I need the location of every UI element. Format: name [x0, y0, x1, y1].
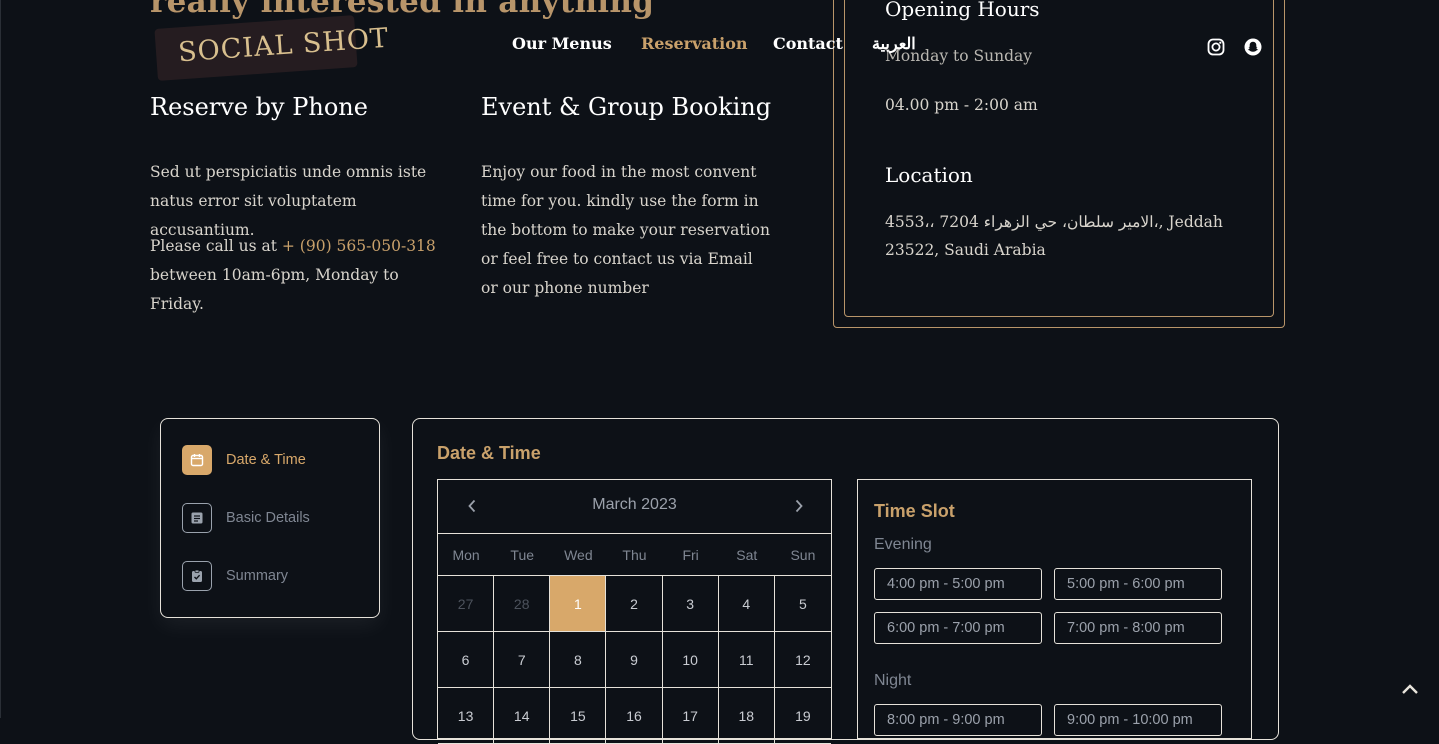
calendar-day[interactable]: 4	[718, 576, 775, 632]
calendar-weekday: Mon	[452, 547, 480, 563]
calendar-weekdays: Mon Tue Wed Thu Fri Sat Sun	[438, 534, 831, 576]
calendar: March 2023 Mon Tue Wed Thu Fri Sat Sun 27 28 1 2 3…	[437, 479, 832, 744]
time-slot-option[interactable]: 5:00 pm - 6:00 pm	[1054, 568, 1222, 600]
calendar-day[interactable]: 2	[606, 576, 663, 632]
step-date-time[interactable]: Date & Time	[182, 443, 352, 477]
location-title: Location	[885, 163, 973, 187]
calendar-day[interactable]: 11	[718, 632, 775, 688]
calendar-weekday: Fri	[682, 547, 699, 563]
calendar-day[interactable]: 5	[774, 576, 831, 632]
calendar-day[interactable]: 9	[606, 632, 663, 688]
time-slot-option[interactable]: 4:00 pm - 5:00 pm	[874, 568, 1042, 600]
calendar-weekday: Sat	[736, 547, 758, 563]
calendar-day[interactable]: 28	[494, 576, 551, 632]
call-prefix: Please call us at	[150, 237, 282, 255]
opening-time: 04.00 pm - 2:00 am	[885, 96, 1038, 114]
nav-reservation[interactable]: Reservation	[641, 34, 748, 53]
calendar-day[interactable]: 8	[550, 632, 607, 688]
time-slot-option[interactable]: 9:00 pm - 10:00 pm	[1054, 704, 1222, 736]
nav-contact[interactable]: Contact	[773, 34, 843, 53]
calendar-weekday: Sun	[790, 547, 816, 563]
time-slot-title: Time Slot	[874, 501, 955, 521]
opening-hours-title: Opening Hours	[885, 0, 1040, 21]
time-slot-option[interactable]: 7:00 pm - 8:00 pm	[1054, 612, 1222, 644]
calendar-day[interactable]: 7	[494, 632, 551, 688]
chevron-right-icon[interactable]	[787, 494, 811, 518]
calendar-icon	[182, 445, 212, 475]
event-booking-title: Event & Group Booking	[481, 93, 772, 121]
calendar-day[interactable]: 14	[494, 688, 551, 744]
calendar-day[interactable]: 27	[438, 576, 495, 632]
calendar-day[interactable]: 19	[774, 688, 831, 744]
step-label-basic-details: Basic Details	[226, 510, 310, 526]
snapchat-icon[interactable]	[1244, 38, 1262, 56]
instagram-icon[interactable]	[1207, 38, 1225, 56]
nav-arabic[interactable]: العربية	[872, 34, 916, 53]
calendar-day[interactable]: 17	[662, 688, 719, 744]
calendar-day[interactable]: 3	[662, 576, 719, 632]
step-basic-details[interactable]: Basic Details	[182, 501, 352, 535]
calendar-day[interactable]: 10	[662, 632, 719, 688]
calendar-month: March 2023	[592, 496, 677, 513]
calendar-day[interactable]: 13	[438, 688, 495, 744]
call-hours: between 10am-6pm, Monday to Friday.	[150, 266, 399, 313]
evening-label: Evening	[874, 536, 932, 553]
document-icon	[182, 503, 212, 533]
calendar-day[interactable]: 15	[550, 688, 607, 744]
logo[interactable]: SOCIAL SHOT	[154, 14, 390, 81]
step-label-summary: Summary	[226, 568, 289, 584]
calendar-day[interactable]: 16	[606, 688, 663, 744]
phone-number-link[interactable]: + (90) 565-050-318	[282, 237, 436, 255]
step-label-date-time: Date & Time	[226, 452, 306, 468]
calendar-weekday: Wed	[564, 547, 593, 563]
scroll-to-top-icon[interactable]	[1398, 678, 1422, 702]
calendar-day[interactable]: 6	[438, 632, 495, 688]
step-summary[interactable]: Summary	[182, 559, 352, 593]
calendar-day-selected[interactable]: 1	[550, 576, 607, 632]
page-edge	[0, 0, 1, 718]
location-address: 4553،، 7204 الامير سلطان، حي الزهراء،, J…	[885, 213, 1223, 259]
calendar-weekday: Tue	[510, 547, 535, 563]
calendar-day[interactable]: 18	[718, 688, 775, 744]
calendar-days: 27 28 1 2 3 4 5 6 7 8 9 10 11 12 13 14 15 16 17 18 19	[438, 576, 831, 744]
booking-section-title: Date & Time	[437, 443, 541, 463]
clipboard-check-icon	[182, 561, 212, 591]
calendar-header: March 2023	[438, 480, 831, 534]
reserve-phone-title: Reserve by Phone	[150, 93, 368, 121]
reserve-phone-call: Please call us at + (90) 565-050-318 betw…	[150, 232, 450, 319]
time-slot-option[interactable]: 6:00 pm - 7:00 pm	[874, 612, 1042, 644]
nav-our-menus[interactable]: Our Menus	[512, 34, 612, 53]
calendar-day[interactable]: 12	[774, 632, 831, 688]
night-label: Night	[874, 672, 912, 689]
time-slot-option[interactable]: 8:00 pm - 9:00 pm	[874, 704, 1042, 736]
calendar-weekday: Thu	[622, 547, 647, 563]
event-booking-text: Enjoy our food in the most convent time …	[481, 163, 770, 297]
